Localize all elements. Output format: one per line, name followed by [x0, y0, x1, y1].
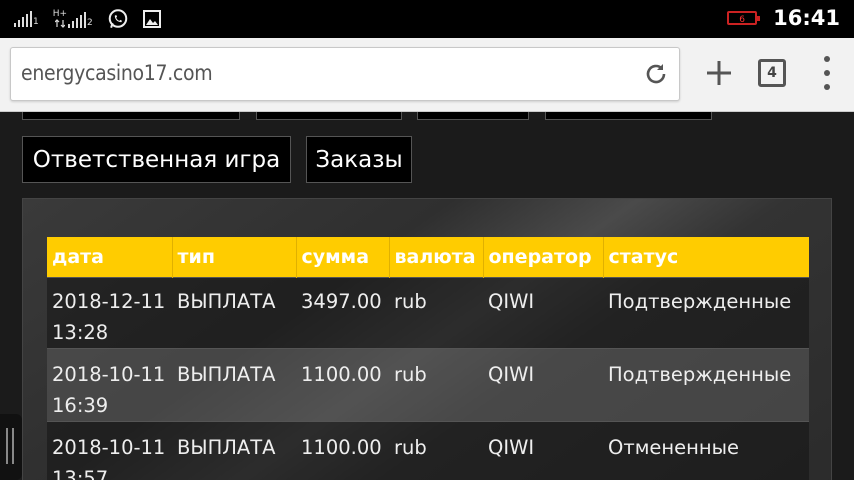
cell-date: 2018-10-11 16:39	[47, 348, 172, 422]
address-bar[interactable]: energycasino17.com	[10, 47, 680, 101]
status-bar: 1 H+ 2 6 16:41	[0, 0, 854, 38]
cell-status: Подтвержденные	[603, 348, 809, 422]
time-text: 13:28	[52, 321, 109, 344]
nav-button-hidden-2[interactable]	[256, 112, 402, 120]
cell-date: 2018-10-11 13:57	[47, 421, 172, 480]
plus-icon[interactable]	[704, 58, 734, 88]
time-text: 13:57	[52, 467, 109, 480]
column-header-status[interactable]: статус	[603, 237, 809, 278]
image-icon	[142, 10, 161, 28]
date-text: 2018-10-11	[52, 436, 166, 459]
column-header-amount[interactable]: сумма	[296, 237, 390, 278]
menu-icon[interactable]	[822, 56, 832, 90]
nav-button-hidden-1[interactable]	[22, 112, 240, 120]
cell-type: ВЫПЛАТА	[172, 348, 296, 422]
cell-type: ВЫПЛАТА	[172, 277, 296, 349]
cell-currency: rub	[389, 348, 483, 422]
battery-icon: 6	[727, 11, 761, 25]
cell-amount: 1100.00	[296, 348, 389, 422]
cell-type: ВЫПЛАТА	[172, 421, 296, 480]
tab-count: 4	[767, 65, 777, 81]
nav-button-hidden-3[interactable]	[417, 112, 529, 120]
table-row: 2018-10-11 16:39 ВЫПЛАТА 1100.00 rub QIWI…	[47, 348, 809, 422]
date-text: 2018-10-11	[52, 363, 166, 386]
page-content: Ответственная игра Заказы дата тип сумма…	[0, 112, 854, 480]
signal-icon-sim2: H+ 2	[53, 10, 93, 28]
cell-operator: QIWI	[483, 277, 603, 349]
cell-currency: rub	[389, 421, 483, 480]
column-header-operator[interactable]: оператор	[483, 237, 604, 278]
column-header-date[interactable]: дата	[47, 237, 173, 278]
network-type-label: H+	[52, 9, 68, 19]
cell-currency: rub	[389, 277, 483, 349]
status-bar-right: 6 16:41	[727, 6, 840, 30]
cell-amount: 1100.00	[296, 421, 389, 480]
responsible-gaming-button[interactable]: Ответственная игра	[22, 136, 291, 183]
nav-button-hidden-4[interactable]	[545, 112, 712, 120]
status-bar-left: 1 H+ 2	[14, 8, 161, 30]
column-header-currency[interactable]: валюта	[389, 237, 484, 278]
drag-handle[interactable]	[0, 414, 22, 480]
cell-status: Подтвержденные	[603, 277, 809, 349]
signal1-label: 1	[33, 17, 39, 27]
column-header-type[interactable]: тип	[172, 237, 297, 278]
cell-operator: QIWI	[483, 421, 603, 480]
signal-icon-sim1: 1	[14, 11, 39, 27]
reload-icon[interactable]	[643, 61, 669, 87]
table-row: 2018-10-11 13:57 ВЫПЛАТА 1100.00 rub QIWI…	[47, 421, 809, 480]
time-text: 16:39	[52, 394, 109, 417]
cell-amount: 3497.00	[296, 277, 389, 349]
cell-status: Отмененные	[603, 421, 809, 480]
clock: 16:41	[773, 6, 840, 30]
payments-panel: дата тип сумма валюта оператор статус 20…	[22, 198, 832, 480]
url-text[interactable]: energycasino17.com	[21, 61, 213, 85]
orders-button[interactable]: Заказы	[306, 136, 412, 183]
table-row: 2018-12-11 13:28 ВЫПЛАТА 3497.00 rub QIWI…	[47, 277, 809, 349]
browser-toolbar: energycasino17.com 4	[0, 38, 854, 112]
payments-table: дата тип сумма валюта оператор статус 20…	[47, 237, 809, 480]
cell-operator: QIWI	[483, 348, 603, 422]
table-header-row: дата тип сумма валюта оператор статус	[47, 237, 809, 278]
battery-level: 6	[739, 15, 745, 25]
tabs-icon[interactable]: 4	[758, 59, 786, 87]
cell-date: 2018-12-11 13:28	[47, 277, 172, 349]
date-text: 2018-12-11	[52, 290, 166, 313]
signal2-label: 2	[87, 18, 93, 28]
whatsapp-icon	[108, 9, 128, 28]
